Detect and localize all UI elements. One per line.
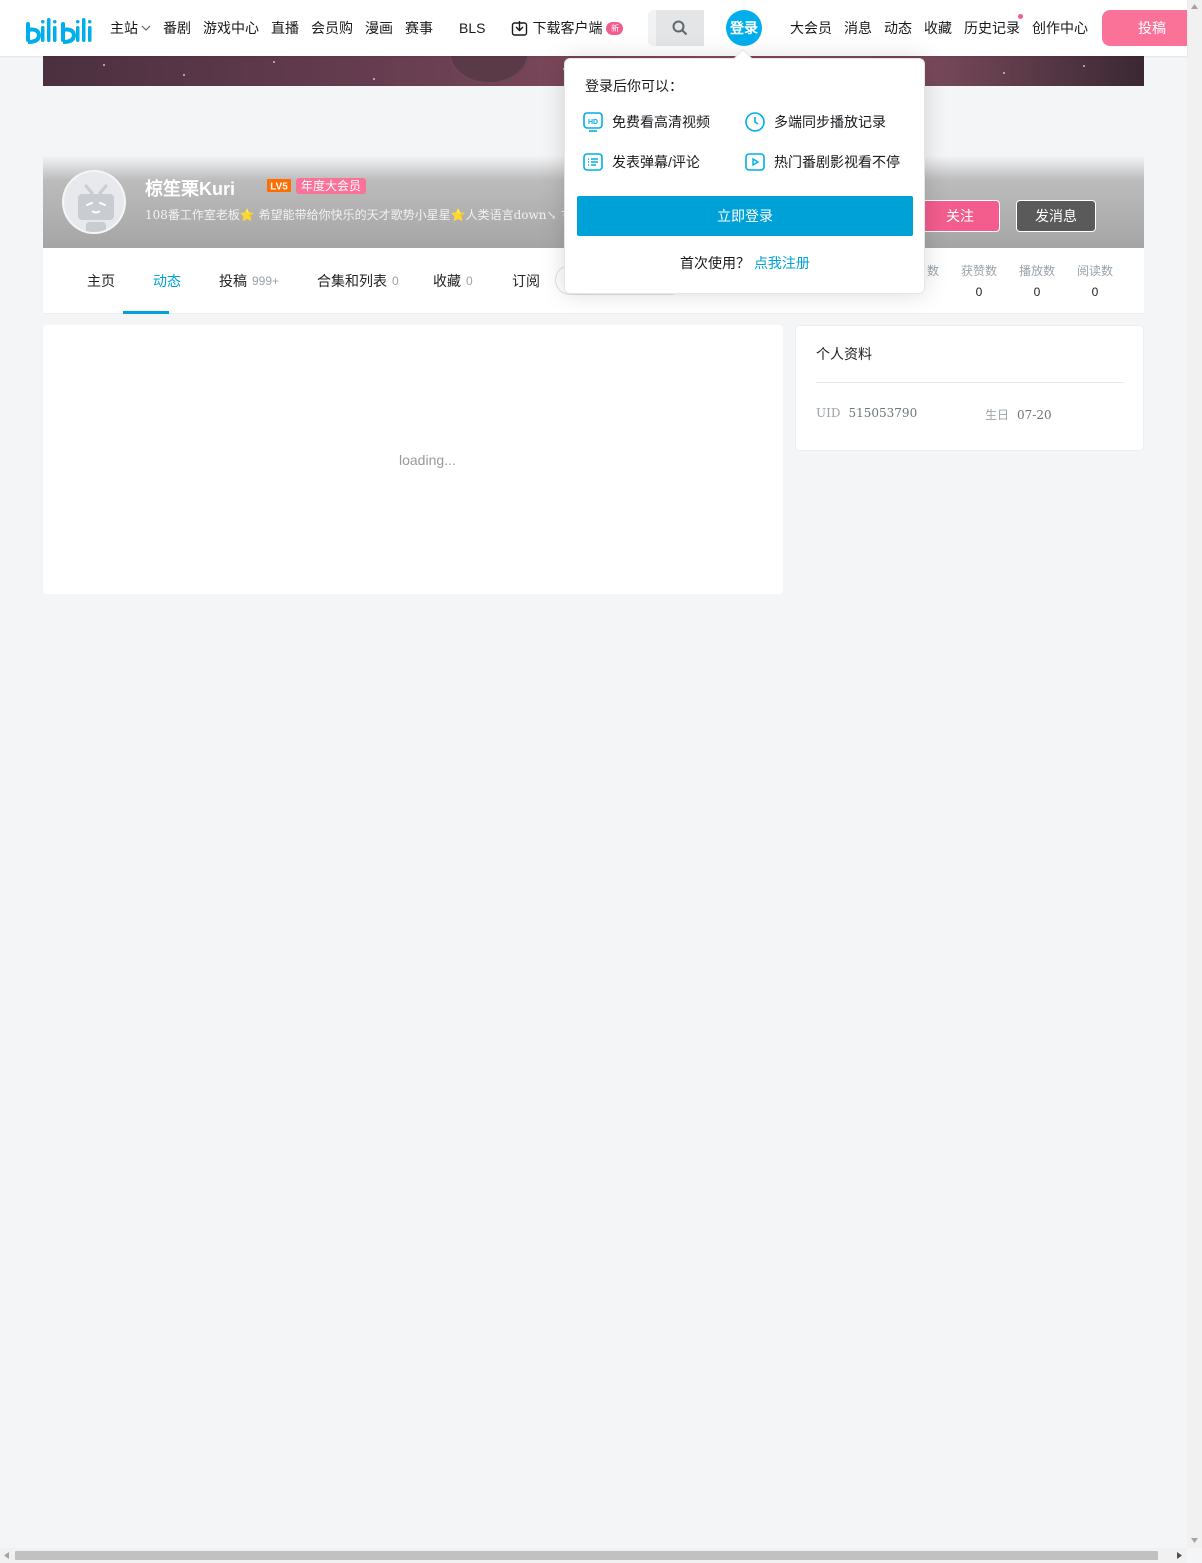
nav-bls[interactable]: BLS [459,20,485,36]
nav-left: 主站 番剧 游戏中心 直播 会员购 漫画 赛事 BLS 下载客户端 新 [110,0,635,56]
popover-footer: 首次使用？ 点我注册 [565,253,925,273]
benefit-danmaku-label: 发表弹幕/评论 [612,154,700,170]
scroll-right-arrow-icon[interactable] [1177,1552,1182,1559]
tab-subscriptions[interactable]: 订阅 [512,248,540,314]
nav-esports[interactable]: 赛事 [405,18,433,38]
download-client-button[interactable]: 下载客户端 新 [511,18,624,38]
follow-button[interactable]: 关注 [920,200,1000,232]
hd-icon: HD [583,112,603,132]
chevron-down-icon [141,25,151,31]
vertical-scrollbar[interactable] [1187,0,1202,1548]
nav-live[interactable]: 直播 [271,18,299,38]
divider [816,382,1124,383]
nav-anime[interactable]: 番剧 [163,18,191,38]
danmaku-icon [583,153,603,171]
uid-row: UID 515053790 [816,406,917,420]
loading-text: loading... [399,452,456,468]
benefit-sync-label: 多端同步播放记录 [774,114,886,130]
profile-info-card: 个人资料 UID 515053790 生日 07-20 [795,325,1144,451]
tab-home-label: 主页 [87,273,115,289]
profile-info-title: 个人资料 [816,346,872,362]
stat-likes-value: 0 [975,285,983,299]
active-tab-indicator [123,311,169,314]
tab-collections-count: 0 [392,274,399,288]
play-icon [745,153,765,171]
stat-plays: 播放数 0 [1008,262,1066,299]
clock-icon [745,112,765,132]
uid-value: 515053790 [848,406,918,420]
tab-home[interactable]: 主页 [87,248,115,314]
nav-creator-center[interactable]: 创作中心 [1032,18,1088,38]
nav-history[interactable]: 历史记录 [964,14,1023,38]
upload-button[interactable]: 投稿 [1102,10,1187,46]
stat-likes: 获赞数 0 [950,262,1008,299]
svg-text:HD: HD [588,119,598,126]
nav-main-site[interactable]: 主站 [110,18,151,38]
download-icon [512,20,528,36]
birthday-row: 生日 07-20 [985,406,1052,423]
tab-favorites[interactable]: 收藏 0 [433,248,473,314]
nav-dynamics[interactable]: 动态 [884,18,912,38]
avatar[interactable] [62,170,126,234]
nav-main-site-label: 主站 [110,20,138,36]
search-icon[interactable] [672,20,688,36]
bilibili-logo[interactable] [24,12,96,46]
popover-title: 登录后你可以： [585,78,683,94]
benefit-anime-label: 热门番剧影视看不停 [774,154,900,170]
birthday-value: 07-20 [1017,408,1052,422]
top-header: 主站 番剧 游戏中心 直播 会员购 漫画 赛事 BLS 下载客户端 新 登录 大… [0,0,1187,56]
user-sign: 108番工作室老板⭐ 希望能带给你快乐的天才歌势小星星⭐人类语言down↘ マ [145,208,573,222]
stat-plays-value: 0 [1033,285,1041,299]
stat-reads: 阅读数 0 [1066,262,1124,299]
popover-login-button[interactable]: 立即登录 [577,196,913,236]
tab-subscriptions-label: 订阅 [512,273,540,289]
nav-big-vip[interactable]: 大会员 [790,18,832,38]
scroll-down-arrow-icon[interactable] [1191,1538,1198,1543]
tab-uploads-count: 999+ [252,274,280,288]
nav-history-label: 历史记录 [964,20,1020,36]
notification-dot [1018,14,1023,19]
benefit-hd: HD 免费看高清视频 [582,111,710,133]
stat-likes-label: 获赞数 [960,264,997,278]
nav-mall[interactable]: 会员购 [311,18,353,38]
download-client-label: 下载客户端 [532,20,603,36]
stats-group: 获赞数 0 播放数 0 阅读数 0 [950,262,1124,299]
birthday-label: 生日 [985,408,1010,422]
vip-tag: 年度大会员 [296,178,367,194]
stat-plays-label: 播放数 [1018,264,1055,278]
login-popover: 登录后你可以： HD 免费看高清视频 多端同步播放记录 发表弹幕/评论 热门番剧… [564,58,925,294]
tab-dynamics[interactable]: 动态 [153,248,181,314]
stat-reads-label: 阅读数 [1076,264,1113,278]
uid-label: UID [816,406,841,420]
horizontal-scroll-thumb[interactable] [15,1551,1158,1560]
new-badge: 新 [606,21,624,35]
login-avatar-button[interactable]: 登录 [726,10,762,46]
benefit-hd-label: 免费看高清视频 [612,114,710,130]
tab-favorites-label: 收藏 [433,273,461,289]
tab-favorites-count: 0 [466,274,473,288]
horizontal-scrollbar[interactable] [0,1548,1187,1563]
nav-manga[interactable]: 漫画 [365,18,393,38]
scroll-up-arrow-icon[interactable] [1191,4,1198,9]
tab-uploads-label: 投稿 [219,273,247,289]
level-badge: LV5 [267,179,291,192]
tab-dynamics-label: 动态 [153,273,181,289]
username: 椋笙栗Kuri [145,179,235,199]
first-time-text: 首次使用？ [680,255,751,271]
nav-right: 大会员 消息 动态 收藏 历史记录 创作中心 [790,0,1100,56]
nav-favorites[interactable]: 收藏 [924,18,952,38]
stat-reads-value: 0 [1091,285,1099,299]
scroll-left-arrow-icon[interactable] [4,1552,9,1559]
svg-text:LV5: LV5 [270,182,288,193]
register-link[interactable]: 点我注册 [754,255,810,271]
benefit-danmaku: 发表弹幕/评论 [582,151,700,173]
tab-collections-label: 合集和列表 [317,273,387,289]
benefit-anime: 热门番剧影视看不停 [744,151,900,173]
send-message-button[interactable]: 发消息 [1016,200,1096,232]
tab-collections[interactable]: 合集和列表 0 [317,248,399,314]
nav-messages[interactable]: 消息 [844,18,872,38]
tab-uploads[interactable]: 投稿 999+ [219,248,279,314]
benefit-sync: 多端同步播放记录 [744,111,886,133]
nav-game-center[interactable]: 游戏中心 [203,18,259,38]
